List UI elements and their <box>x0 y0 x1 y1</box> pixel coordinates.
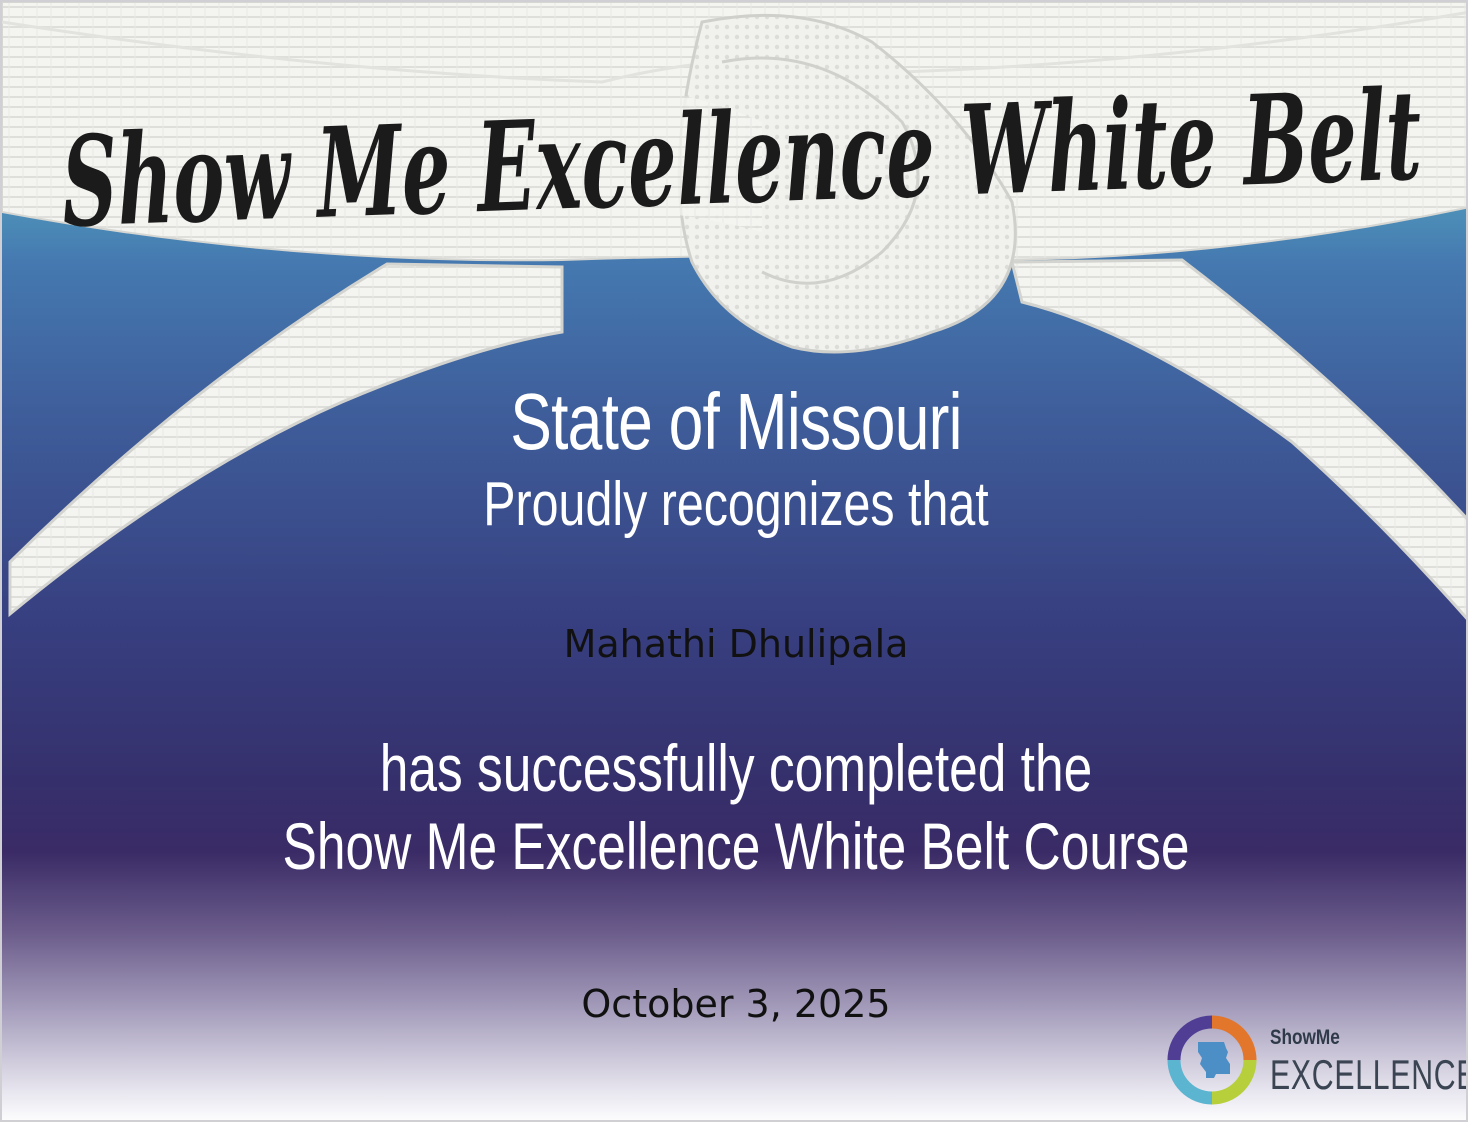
certificate-title: Show Me Excellence White Belt <box>59 63 1423 255</box>
recipient-name: Mahathi Dhulipala <box>563 622 909 666</box>
completion-line: has successfully completed the <box>379 731 1093 805</box>
logo-top-text: ShowMe <box>1270 1026 1340 1049</box>
showme-excellence-logo: ShowMe EXCELLENCE <box>1166 1014 1466 1110</box>
logo-bottom-text: EXCELLENCE <box>1270 1051 1468 1098</box>
certificate-title-text: Show Me Excellence White Belt <box>59 63 1423 255</box>
certificate: Show Me Excellence White Belt State of M… <box>0 0 1468 1122</box>
issuer-name: State of Missouri <box>510 377 962 466</box>
recognition-line: Proudly recognizes that <box>483 470 989 539</box>
missouri-state-ring-icon <box>1167 1015 1257 1105</box>
course-name: Show Me Excellence White Belt Course <box>282 809 1190 883</box>
